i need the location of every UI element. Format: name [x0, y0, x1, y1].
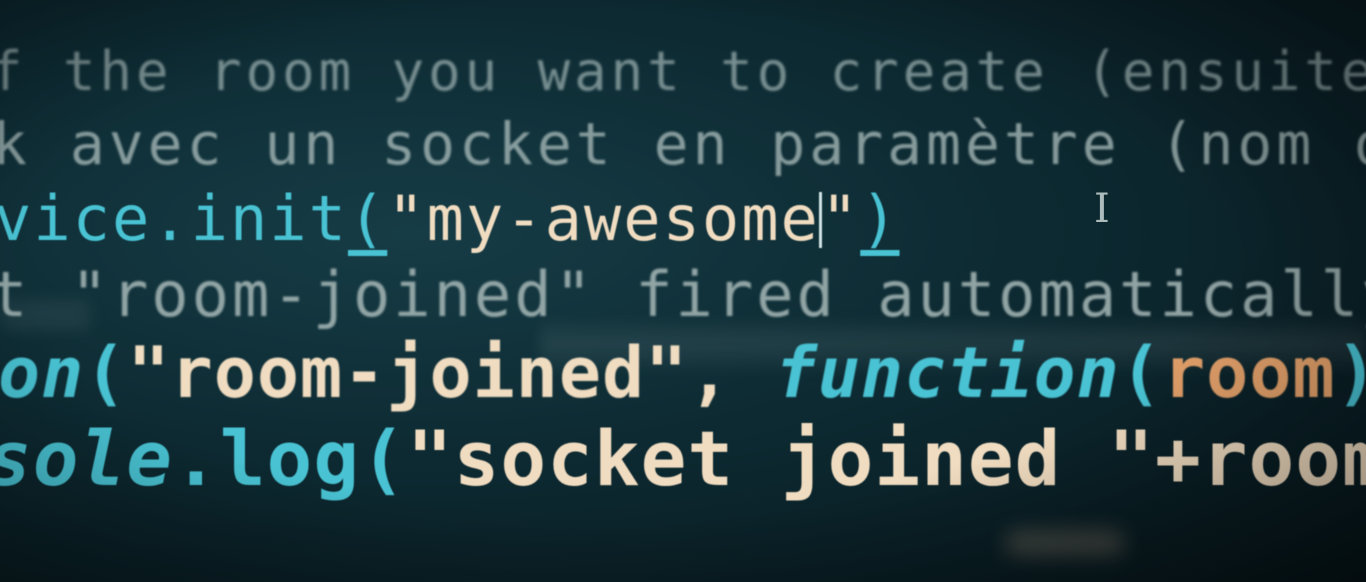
code-plus-operator: +	[1154, 414, 1202, 503]
code-text: k avec un socket en paramètre (nom du	[0, 110, 1366, 178]
code-method: log	[219, 414, 361, 503]
code-parameter: room	[1162, 332, 1336, 414]
code-line-init[interactable]: vice.init("my-awesome")	[0, 182, 900, 255]
editor-screen: f the room you want to create (ensuite k…	[0, 0, 1366, 582]
code-line-comment-1: f the room you want to create (ensuite	[0, 40, 1366, 103]
code-line-comment-3: t "room-joined" fired automatically	[0, 258, 1366, 331]
code-param-close: ) {	[1336, 332, 1366, 414]
code-comma: ,	[688, 332, 775, 414]
code-open-paren: (	[360, 414, 407, 503]
code-open-paren: (	[84, 332, 128, 414]
code-variable: room	[1201, 414, 1366, 503]
code-string-end: "	[820, 182, 861, 255]
code-method: on	[0, 332, 85, 414]
code-object: sole	[0, 414, 174, 503]
code-param-open: (	[1119, 332, 1163, 414]
code-keyword-function: function	[774, 332, 1120, 414]
light-bokeh	[1005, 530, 1125, 556]
code-string: "socket joined "	[406, 414, 1155, 503]
text-cursor-ibeam-icon: I	[1094, 186, 1110, 232]
code-line-comment-2: k avec un socket en paramètre (nom du	[0, 110, 1366, 178]
code-string: "room-joined"	[127, 332, 689, 414]
code-line-console-log[interactable]: sole.log("socket joined "+room);	[0, 414, 1366, 503]
code-text: t "room-joined" fired automatically	[0, 258, 1366, 331]
code-string: "my-awesome	[387, 182, 820, 255]
code-object-method: vice.init	[0, 182, 348, 255]
code-dot: .	[173, 414, 220, 503]
code-open-paren: (	[347, 182, 388, 255]
code-close-paren: )	[860, 182, 900, 255]
code-text: f the room you want to create (ensuite	[0, 40, 1366, 103]
code-line-on-handler[interactable]: on("room-joined", function(room) {	[0, 332, 1366, 414]
